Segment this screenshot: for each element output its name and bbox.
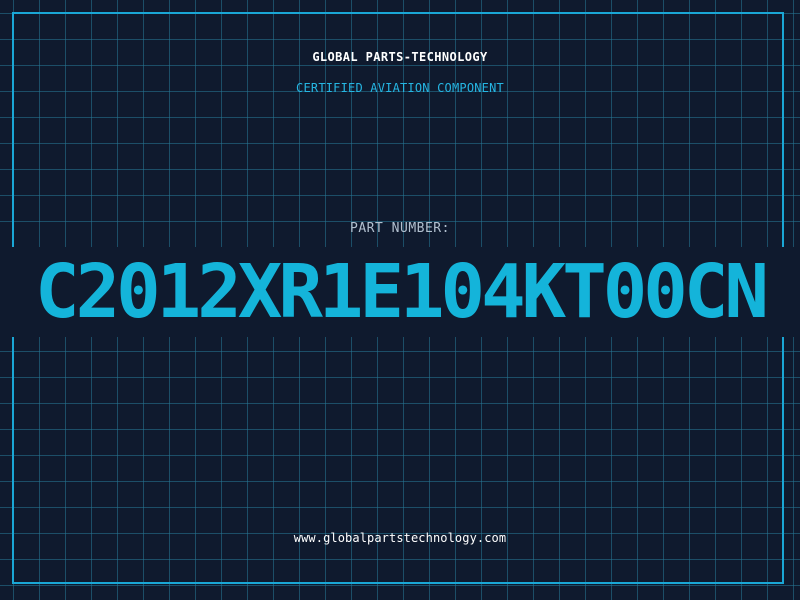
- part-number-value: C2012XR1E104KT00CN: [35, 249, 769, 335]
- certification-subtitle: CERTIFIED AVIATION COMPONENT: [296, 81, 504, 95]
- company-name: GLOBAL PARTS-TECHNOLOGY: [312, 50, 488, 64]
- website-url: www.globalpartstechnology.com: [293, 531, 507, 545]
- part-number-label: PART NUMBER:: [350, 221, 450, 236]
